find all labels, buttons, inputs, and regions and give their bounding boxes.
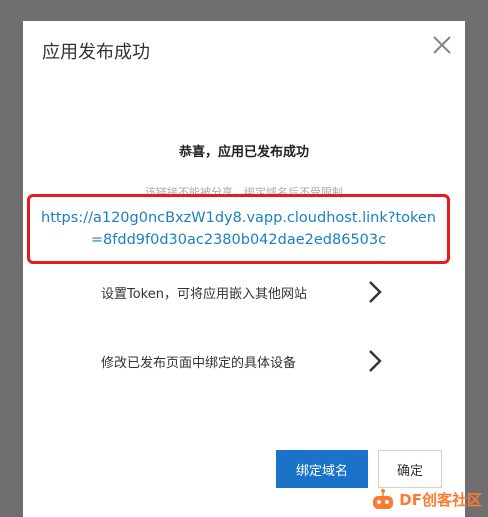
link-highlight-box: https://a120g0ncBxzW1dy8.vapp.cloudhost.… [27, 194, 450, 264]
robot-logo-icon [370, 487, 396, 511]
option-set-token[interactable]: 设置Token，可将应用嵌入其他网站 [101, 272, 383, 312]
confirm-button[interactable]: 确定 [378, 450, 442, 488]
option-label: 设置Token，可将应用嵌入其他网站 [101, 286, 307, 302]
chevron-right-icon [367, 279, 383, 305]
bind-domain-button[interactable]: 绑定域名 [276, 450, 368, 488]
close-icon [433, 36, 451, 54]
close-button[interactable] [431, 34, 453, 56]
publish-success-dialog: 应用发布成功 恭喜，应用已发布成功 该链接不能被分享，绑定域名后不受限制 htt… [23, 21, 465, 517]
watermark-text: DF创客社区 [399, 490, 482, 509]
watermark: DF创客社区 [370, 487, 482, 511]
dialog-title: 应用发布成功 [42, 42, 150, 63]
option-label: 修改已发布页面中绑定的具体设备 [101, 355, 297, 371]
option-bind-device[interactable]: 修改已发布页面中绑定的具体设备 [101, 341, 383, 381]
app-link[interactable]: https://a120g0ncBxzW1dy8.vapp.cloudhost.… [40, 207, 437, 251]
success-message: 恭喜，应用已发布成功 [178, 145, 309, 160]
chevron-right-icon [367, 348, 383, 374]
